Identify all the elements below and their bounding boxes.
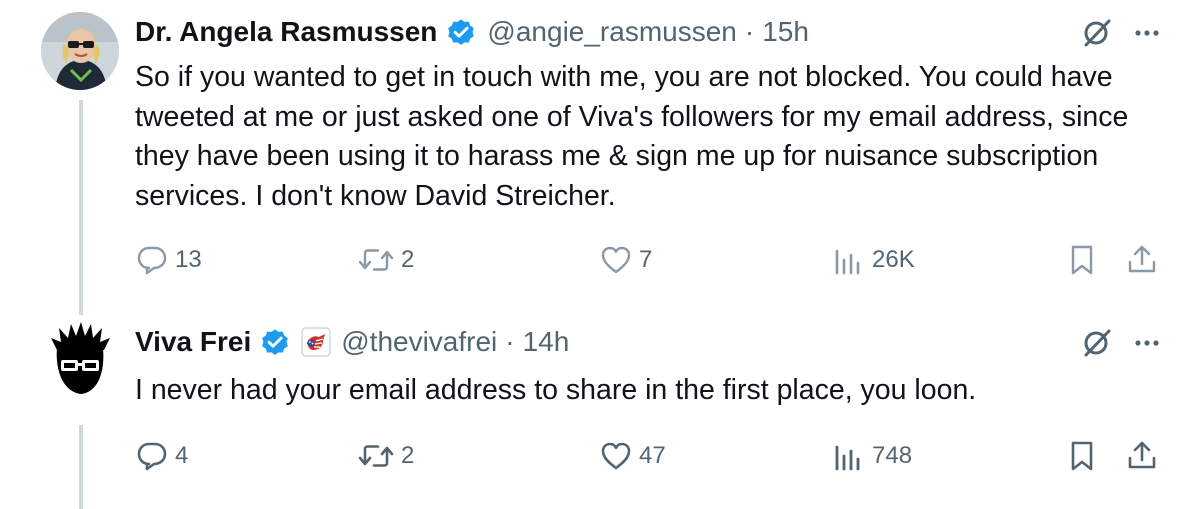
tweet-action-bar: 13 2 7 26K	[135, 240, 1165, 280]
verified-badge-icon[interactable]	[445, 16, 477, 48]
repost-button[interactable]: 2	[357, 436, 414, 476]
reply-icon	[135, 439, 169, 473]
avatar-image-cartoon	[41, 320, 119, 398]
like-button[interactable]: 47	[599, 436, 666, 476]
reply-count: 4	[175, 442, 189, 469]
like-count: 7	[639, 246, 653, 273]
repost-count: 2	[401, 442, 415, 469]
thread-connector-line-bottom	[79, 425, 83, 509]
views-count: 26K	[872, 246, 915, 273]
timestamp[interactable]: 15h	[762, 16, 809, 48]
author-handle[interactable]: @thevivafrei	[341, 326, 497, 358]
tweet-header: Dr. Angela Rasmussen @angie_rasmussen · …	[135, 12, 809, 52]
repost-icon	[357, 439, 395, 473]
share-icon	[1125, 243, 1159, 277]
reply-button[interactable]: 13	[135, 240, 202, 280]
bookmark-button[interactable]	[1065, 436, 1099, 476]
tweet-action-bar: 4 2 47 748	[135, 436, 1165, 476]
tweet-top-actions	[1080, 326, 1162, 360]
share-icon	[1125, 439, 1159, 473]
thread-connector-line	[79, 100, 83, 315]
separator-dot: ·	[505, 326, 515, 357]
reply-count: 13	[175, 246, 202, 273]
flag-badge-icon[interactable]	[301, 327, 331, 357]
more-options-icon[interactable]	[1132, 328, 1162, 358]
tweet-text: So if you wanted to get in touch with me…	[135, 61, 1129, 212]
views-chart-icon	[832, 243, 866, 277]
views-button[interactable]: 748	[832, 436, 912, 476]
author-name[interactable]: Dr. Angela Rasmussen	[135, 16, 437, 48]
avatar[interactable]	[41, 320, 119, 398]
tweet-top-actions	[1080, 16, 1162, 50]
avatar[interactable]	[41, 12, 119, 90]
like-button[interactable]: 7	[599, 240, 652, 280]
tweet-text: I never had your email address to share …	[135, 374, 977, 406]
author-name[interactable]: Viva Frei	[135, 326, 251, 358]
views-chart-icon	[832, 439, 866, 473]
share-button[interactable]	[1125, 240, 1159, 280]
heart-icon	[599, 439, 633, 473]
verified-badge-icon[interactable]	[259, 326, 291, 358]
repost-button[interactable]: 2	[357, 240, 414, 280]
views-count: 748	[872, 442, 913, 469]
author-handle[interactable]: @angie_rasmussen	[487, 16, 736, 48]
like-count: 47	[639, 442, 666, 469]
separator-dot: ·	[744, 16, 755, 47]
bookmark-button[interactable]	[1065, 240, 1099, 280]
avatar-image-photo	[41, 12, 119, 90]
timestamp[interactable]: 14h	[523, 326, 570, 358]
repost-count: 2	[401, 246, 415, 273]
grok-icon[interactable]	[1080, 16, 1114, 50]
grok-icon[interactable]	[1080, 326, 1114, 360]
share-button[interactable]	[1125, 436, 1159, 476]
reply-button[interactable]: 4	[135, 436, 188, 476]
bookmark-icon	[1065, 243, 1099, 277]
reply-icon	[135, 243, 169, 277]
views-button[interactable]: 26K	[832, 240, 915, 280]
heart-icon	[599, 243, 633, 277]
bookmark-icon	[1065, 439, 1099, 473]
more-options-icon[interactable]	[1132, 18, 1162, 48]
tweet-header: Viva Frei @thevivafrei · 14h	[135, 322, 569, 362]
repost-icon	[357, 243, 395, 277]
